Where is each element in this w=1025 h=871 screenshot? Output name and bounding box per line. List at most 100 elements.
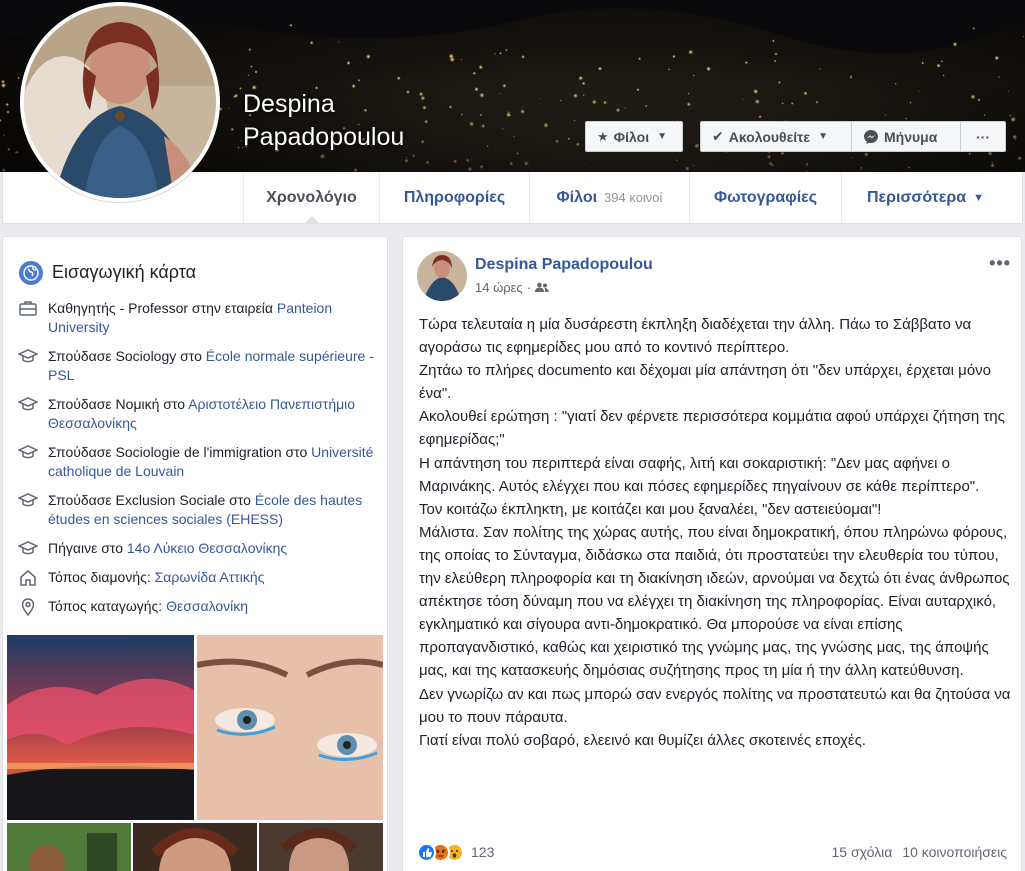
city-light [744, 61, 748, 65]
caret-down-icon: ▼ [973, 191, 985, 204]
photo-garden[interactable] [7, 823, 131, 871]
following-button[interactable]: ✔ Ακολουθείτε ▼ [700, 121, 852, 152]
city-light [478, 64, 484, 70]
city-light [289, 23, 293, 27]
city-light [499, 51, 502, 55]
city-light [772, 39, 775, 43]
city-light [638, 57, 642, 61]
like-icon [417, 842, 436, 862]
shares-count-link[interactable]: 10 κοινοποιήσεις [902, 844, 1007, 860]
intro-title: Εισαγωγική κάρτα [52, 262, 197, 282]
intro-item-school: Πήγαινε στο 14ο Λύκειο Θεσσαλονίκης [18, 539, 375, 558]
post-options-icon[interactable]: ••• [989, 253, 1011, 274]
post-author-avatar[interactable] [417, 251, 467, 301]
city-light [972, 27, 975, 30]
reactions-summary[interactable]: 123 [417, 842, 495, 862]
intro-item-education: Σπούδασε Sociology στο École normale sup… [18, 347, 375, 385]
intro-item-text: Σπούδασε Νομική στο [48, 396, 189, 412]
intro-item-text: Καθηγητής - Professor στην εταιρεία [48, 300, 277, 316]
city-light [17, 76, 20, 80]
checkmark-icon: ✔ [712, 128, 724, 144]
city-light [672, 54, 676, 59]
intro-card: Εισαγωγική κάρτα Καθηγητής - Professor σ… [2, 236, 388, 871]
intro-item-link[interactable]: Θεσσαλονίκη [166, 598, 248, 614]
post-paragraph: Γιατί είναι πολύ σοβαρό, ελεεινό και θυμ… [419, 731, 866, 749]
post-timestamp: 14 ώρες · [475, 280, 549, 295]
friends-button[interactable]: ★ Φίλοι ▼ [585, 121, 683, 152]
profile-picture-image [24, 6, 216, 198]
photo-portrait[interactable] [133, 823, 257, 871]
city-light [597, 66, 603, 71]
comments-count-link[interactable]: 15 σχόλια [832, 844, 893, 860]
graduation-cap-icon [18, 443, 38, 462]
city-light [940, 60, 944, 63]
intro-item-work: Καθηγητής - Professor στην εταιρεία Pant… [18, 299, 375, 337]
more-dots-icon: ··· [976, 128, 990, 145]
city-light [773, 59, 777, 63]
tab-about[interactable]: Πληροφορίες [379, 172, 529, 223]
graduation-cap-icon [18, 539, 38, 558]
city-light [250, 65, 253, 68]
photo-eyes[interactable] [197, 635, 383, 820]
city-light [247, 74, 250, 76]
tab-label: Φωτογραφίες [713, 188, 818, 206]
intro-item-text: Τόπος διαμονής: [48, 569, 155, 585]
tab-more[interactable]: Περισσότερα ▼ [841, 172, 1009, 223]
messenger-icon [864, 129, 878, 144]
city-light [706, 66, 712, 72]
city-light [819, 68, 821, 70]
city-light [448, 53, 454, 59]
city-light [309, 40, 314, 45]
intro-item-text: Πήγαινε στο [48, 540, 127, 556]
city-light [952, 41, 958, 47]
intro-item-education: Σπούδασε Νομική στο Αριστοτέλειο Πανεπισ… [18, 395, 375, 433]
message-button[interactable]: Μήνυμα [851, 121, 961, 152]
city-light [1022, 35, 1025, 38]
intro-item-text: Σπούδασε Sociology στο [48, 348, 206, 364]
city-light [472, 71, 476, 76]
post-footer: 123 15 σχόλια 10 κοινοποιήσεις [417, 837, 1007, 867]
graduation-cap-icon [18, 395, 38, 414]
intro-item-education: Σπούδασε Sociologie de l'immigration στο… [18, 443, 375, 481]
post-engagement: 15 σχόλια 10 κοινοποιήσεις [832, 844, 1007, 860]
post-paragraph: Ακολουθεί ερώτηση : "γιατί δεν φέρνετε π… [419, 408, 1005, 449]
more-options-button[interactable]: ··· [960, 121, 1006, 152]
post-paragraph: Τον κοιτάζω έκπληκτη, με κοιτάζει και μο… [419, 500, 882, 518]
friends-icon[interactable] [535, 282, 549, 293]
reaction-count: 123 [471, 844, 495, 860]
profile-name[interactable]: Despina Papadopoulou [243, 88, 473, 154]
post-paragraph: Μάλιστα. Σαν πολίτης της χώρας αυτής, πο… [419, 523, 1010, 680]
intro-item-link[interactable]: Σαρωνίδα Αττικής [155, 569, 265, 585]
city-light [578, 75, 584, 81]
tab-label: Φίλοι [556, 188, 598, 206]
city-light [346, 60, 351, 66]
tab-timeline[interactable]: Χρονολόγιο [243, 172, 379, 224]
post-paragraph: Δεν γνωρίζω αν και πως μπορώ σαν ενεργός… [419, 685, 1011, 726]
post-paragraph: Η απάντηση του περιπτερά είναι σαφής, λι… [419, 454, 980, 495]
profile-picture[interactable] [20, 2, 220, 202]
tab-photos[interactable]: Φωτογραφίες [689, 172, 841, 223]
intro-item-hometown: Τόπος καταγωγής: Θεσσαλονίκη [18, 597, 375, 616]
home-icon [18, 568, 38, 587]
city-light [505, 48, 508, 52]
city-light [494, 53, 496, 55]
intro-header: Εισαγωγική κάρτα [3, 237, 387, 291]
city-light [921, 61, 925, 65]
tab-friends[interactable]: Φίλοι 394 κοινοί [529, 172, 689, 223]
city-light [942, 74, 945, 77]
briefcase-icon [18, 299, 38, 318]
photo-face[interactable] [259, 823, 383, 871]
friends-button-label: Φίλοι [613, 128, 650, 145]
following-button-label: Ακολουθείτε [728, 128, 811, 145]
city-light [248, 48, 252, 51]
post-author-name[interactable]: Despina Papadopoulou [475, 256, 653, 274]
intro-item-residence: Τόπος διαμονής: Σαρωνίδα Αττικής [18, 568, 375, 587]
city-light [688, 49, 694, 55]
city-light [692, 74, 695, 77]
photo-sunset[interactable] [7, 635, 194, 820]
tab-label: Χρονολόγιο [266, 188, 357, 206]
city-light [668, 68, 671, 71]
intro-item-text: Σπούδασε Sociologie de l'immigration στο [48, 444, 312, 460]
post-time-text[interactable]: 14 ώρες [475, 280, 523, 295]
intro-item-link[interactable]: 14ο Λύκειο Θεσσαλονίκης [127, 540, 287, 556]
